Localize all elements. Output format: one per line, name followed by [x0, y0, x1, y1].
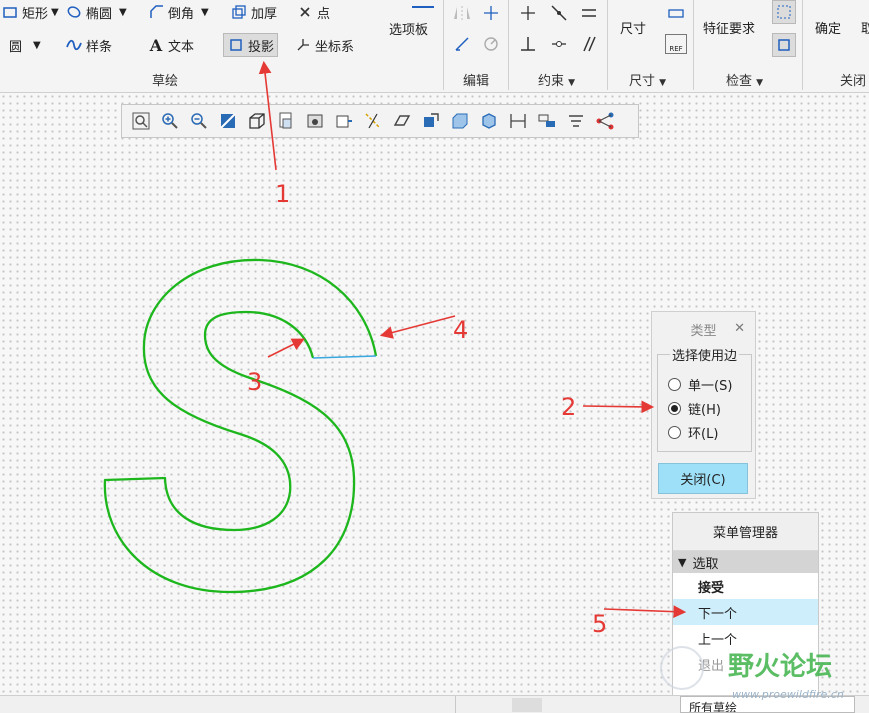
- annotation-label-4: 4: [453, 316, 469, 344]
- filter-label: 所有草绘: [689, 701, 738, 713]
- edge-selection-legend: 选择使用边: [670, 345, 740, 364]
- status-divider: [455, 696, 456, 713]
- close-button[interactable]: 关闭(C): [658, 463, 748, 494]
- close-icon[interactable]: ✕: [734, 321, 745, 336]
- type-dialog: 类型 ✕ 选择使用边 单一(S) 链(H) 环(L) 关闭(C): [651, 311, 756, 499]
- watermark-logo-icon: [660, 646, 704, 690]
- radio-circle-icon: [668, 378, 681, 391]
- annotation-label-1: 1: [275, 180, 291, 208]
- radio-selected-icon: [668, 402, 681, 415]
- radio-circle-icon: [668, 426, 681, 439]
- dialog-title: 类型: [690, 323, 717, 339]
- watermark-text: 野火论坛: [728, 652, 833, 682]
- filter-icon[interactable]: [512, 698, 542, 712]
- dialog-title-bar: 类型 ✕: [652, 312, 755, 346]
- watermark-url: www.proewildfire.cn: [732, 688, 844, 701]
- menu-manager-title: 菜单管理器: [673, 513, 818, 551]
- annotation-label-2: 2: [561, 393, 577, 421]
- radio-label: 环(L): [688, 427, 719, 442]
- menu-item-next[interactable]: 下一个: [673, 599, 818, 625]
- annotation-label-3: 3: [247, 368, 263, 396]
- menu-section-label: 选取: [692, 556, 719, 572]
- radio-single[interactable]: 单一(S): [668, 375, 732, 394]
- radio-label: 单一(S): [688, 379, 733, 394]
- menu-section-select[interactable]: ▼ 选取: [673, 551, 818, 573]
- radio-chain[interactable]: 链(H): [668, 399, 721, 418]
- menu-item-accept[interactable]: 接受: [673, 573, 818, 599]
- annotation-label-5: 5: [592, 610, 608, 638]
- collapse-triangle-icon: ▼: [678, 555, 687, 569]
- edge-selection-group: 选择使用边 单一(S) 链(H) 环(L): [657, 345, 752, 452]
- radio-loop[interactable]: 环(L): [668, 423, 718, 442]
- radio-label: 链(H): [688, 403, 721, 418]
